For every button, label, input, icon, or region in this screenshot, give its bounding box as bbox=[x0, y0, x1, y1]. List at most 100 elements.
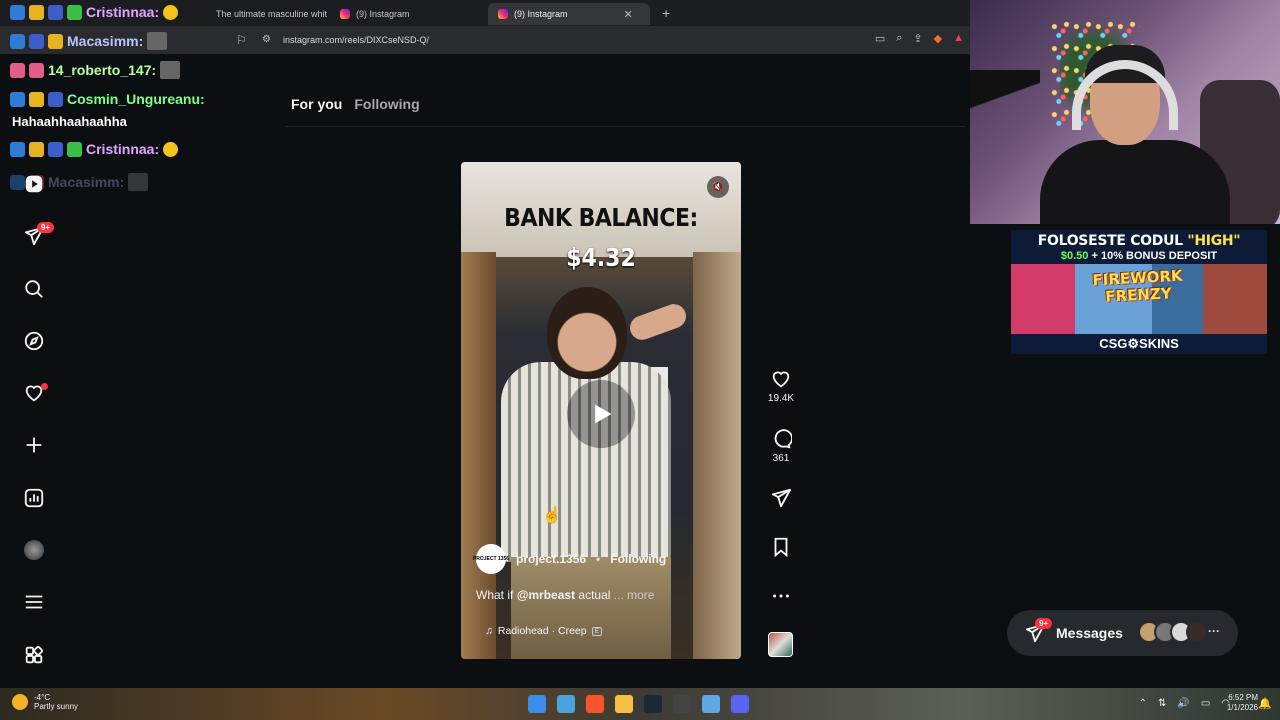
following-button[interactable]: Following bbox=[610, 552, 666, 566]
play-button[interactable] bbox=[567, 380, 635, 448]
reel-caption: What if @mrbeast actual ... more bbox=[476, 588, 654, 602]
messages-button[interactable]: 9+ Messages ··· bbox=[1007, 610, 1238, 656]
apps-icon[interactable] bbox=[22, 643, 46, 667]
video-person bbox=[626, 300, 690, 344]
notification-bell-icon[interactable]: 🔔 bbox=[1258, 697, 1272, 710]
start-windows-icon[interactable] bbox=[528, 695, 546, 713]
weather-temp: -4°C bbox=[34, 693, 51, 702]
promo-bonus-text: + 10% BONUS DEPOSIT bbox=[1088, 250, 1218, 262]
zoom-icon[interactable]: ⌕ bbox=[896, 32, 902, 45]
taskbar-apps bbox=[528, 695, 749, 713]
share-button[interactable] bbox=[763, 487, 799, 509]
tab-label: The ultimate masculine whit bbox=[216, 9, 328, 19]
profile-avatar-icon[interactable] bbox=[22, 538, 46, 562]
caption-more-link[interactable]: ... more bbox=[614, 588, 655, 602]
brave-shield-icon[interactable]: ◆ bbox=[934, 32, 942, 45]
reel-overlay-title: BANK BALANCE: bbox=[504, 204, 698, 233]
divider bbox=[285, 126, 965, 127]
browser-tab-1[interactable]: The ultimate masculine whit bbox=[200, 3, 330, 25]
promo-code: "HIGH" bbox=[1187, 233, 1241, 249]
network-icon[interactable]: ⇅ bbox=[1158, 698, 1166, 709]
bookmark-icon bbox=[774, 537, 788, 558]
music-note-icon: ♫ bbox=[485, 625, 493, 637]
author-avatar[interactable]: PROJECT 1356 bbox=[473, 544, 509, 574]
promo-code-prefix: FOLOSESTE CODUL bbox=[1037, 233, 1188, 249]
microphone-arm bbox=[970, 70, 1040, 170]
promo-bonus-amount: $0.50 bbox=[1060, 250, 1089, 262]
file-explorer-icon[interactable] bbox=[615, 695, 633, 713]
reels-play-icon[interactable] bbox=[22, 172, 46, 196]
weather-widget[interactable]: -4°C Partly sunny bbox=[12, 693, 78, 711]
avatar bbox=[1186, 621, 1208, 643]
tab-for-you[interactable]: For you bbox=[291, 96, 342, 112]
explore-icon[interactable] bbox=[22, 329, 46, 353]
brave-browser-icon[interactable] bbox=[586, 695, 604, 713]
share-icon bbox=[771, 488, 792, 508]
search-icon[interactable] bbox=[22, 277, 46, 301]
close-tab-icon[interactable]: ✕ bbox=[624, 8, 633, 21]
display-icon[interactable]: ▭ bbox=[1201, 698, 1210, 709]
screen: The ultimate masculine whit (9) Instagra… bbox=[0, 0, 1280, 720]
promo-game-title: FIREWORK FRENZY bbox=[1092, 266, 1183, 306]
comment-button[interactable]: 361 bbox=[763, 428, 799, 464]
caption-mention[interactable]: @mrbeast bbox=[517, 588, 575, 602]
instagram-favicon-icon bbox=[340, 9, 350, 19]
bookmark-icon[interactable]: ⚐ bbox=[236, 33, 247, 47]
obs-icon[interactable] bbox=[673, 695, 691, 713]
promo-code-line: FOLOSESTE CODUL "HIGH" bbox=[1011, 233, 1267, 249]
caption-text: actual bbox=[575, 588, 611, 602]
reel-audio[interactable]: ♫ Radiohead · Creep E bbox=[485, 625, 603, 637]
like-button[interactable]: 19.4K bbox=[763, 368, 799, 404]
new-tab-icon[interactable]: + bbox=[662, 5, 670, 21]
weather-desc: Partly sunny bbox=[34, 702, 79, 711]
create-icon[interactable] bbox=[22, 433, 46, 457]
browser-tab-active[interactable]: (9) Instagram ✕ bbox=[488, 3, 650, 25]
message-avatars bbox=[1138, 621, 1208, 643]
brave-rewards-icon[interactable]: ▲ bbox=[953, 32, 964, 45]
mouse-cursor-icon: ☝ bbox=[542, 507, 562, 524]
steam-icon[interactable] bbox=[644, 695, 662, 713]
chat-username: Macasimm: bbox=[67, 33, 144, 49]
site-settings-icon[interactable]: ⚙ bbox=[262, 34, 271, 45]
insights-icon[interactable] bbox=[22, 486, 46, 510]
author-username[interactable]: project.1356 bbox=[516, 552, 586, 566]
caption-text: What if bbox=[476, 588, 517, 602]
tray-chevron-icon[interactable]: ⌃ bbox=[1139, 698, 1147, 709]
promo-brand: CSG⚙SKINS bbox=[1099, 336, 1179, 351]
audio-thumbnail[interactable] bbox=[768, 632, 793, 657]
heart-icon bbox=[772, 371, 790, 388]
tab-following[interactable]: Following bbox=[354, 96, 419, 112]
share-page-icon[interactable]: ⇪ bbox=[913, 32, 922, 45]
messages-badge: 9+ bbox=[1035, 618, 1053, 629]
menu-icon[interactable] bbox=[22, 590, 46, 614]
reel-video[interactable]: BANK BALANCE: $4.32 🔇 PROJECT 1356 proje… bbox=[461, 162, 741, 659]
more-options-button[interactable] bbox=[763, 585, 799, 607]
browser-tab-2[interactable]: (9) Instagram bbox=[330, 3, 488, 25]
gift-badge-icon bbox=[67, 141, 82, 157]
chat-username: Cosmin_Ungureanu: bbox=[67, 91, 205, 107]
instagram-favicon-icon bbox=[498, 9, 508, 19]
mute-icon[interactable]: 🔇 bbox=[707, 176, 729, 198]
audio-title: Radiohead · Creep bbox=[497, 625, 587, 637]
save-button[interactable] bbox=[763, 536, 799, 558]
separator-dot: • bbox=[596, 552, 601, 566]
reel-author: PROJECT 1356 project.1356 • Following bbox=[473, 544, 666, 574]
messages-more-icon[interactable]: ··· bbox=[1208, 624, 1220, 638]
clock-time: 6:52 PM bbox=[1228, 693, 1258, 702]
play-icon bbox=[595, 404, 612, 424]
reader-mode-icon[interactable]: ▭ bbox=[875, 32, 885, 45]
discord-icon[interactable] bbox=[731, 695, 749, 713]
notepad-icon[interactable] bbox=[702, 695, 720, 713]
search-app-icon[interactable] bbox=[557, 695, 575, 713]
video-scene bbox=[693, 252, 741, 659]
chat-username: Cristinnaa: bbox=[86, 4, 160, 20]
chat-username: Cristinnaa: bbox=[86, 141, 160, 157]
taskbar-clock[interactable]: 6:52 PM 1/1/2026 bbox=[1227, 693, 1258, 713]
volume-icon[interactable]: 🔊 bbox=[1177, 698, 1189, 709]
video-person bbox=[547, 287, 627, 379]
url-field[interactable]: instagram.com/reels/DIXCseNSD-Q/ bbox=[283, 35, 429, 45]
windows-taskbar: -4°C Partly sunny ⌃ ⇅ 🔊 ▭ ◠ 6:52 PM 1/1/… bbox=[0, 688, 1280, 720]
weather-sun-icon bbox=[12, 694, 28, 710]
streamer-shirt bbox=[1040, 140, 1230, 224]
streamer-webcam bbox=[970, 0, 1280, 224]
